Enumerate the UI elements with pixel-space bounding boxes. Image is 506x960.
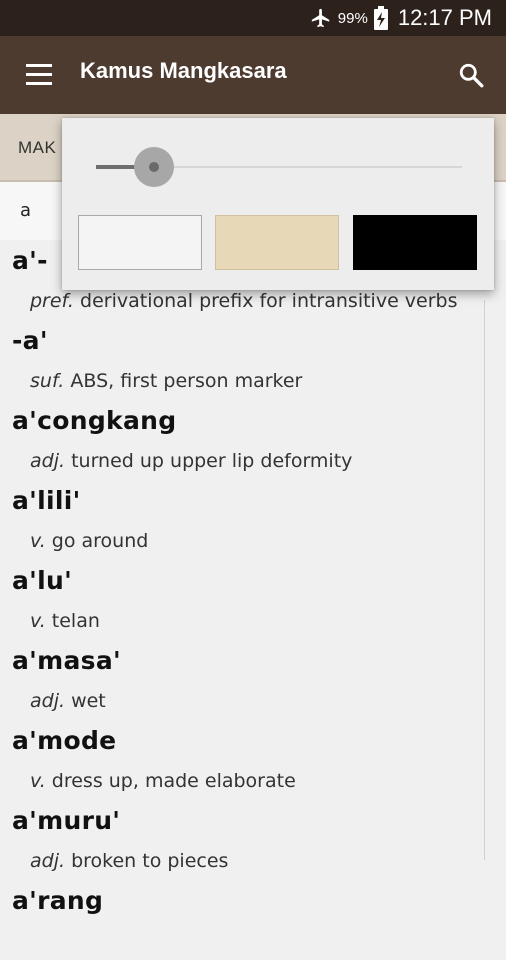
app-bar: Kamus Mangkasara: [0, 36, 506, 114]
part-of-speech: adj.: [30, 690, 66, 712]
tab-makassar[interactable]: MAK: [18, 138, 56, 158]
headword: a'masa': [12, 646, 121, 675]
status-bar-right: 99% 12:17 PM: [310, 0, 492, 36]
display-settings-popup: [62, 118, 494, 290]
part-of-speech: pref.: [30, 290, 74, 312]
part-of-speech: suf.: [30, 370, 65, 392]
entry-list: a'- pref. derivational prefix for intran…: [0, 240, 506, 960]
definition: v. telan: [30, 610, 100, 632]
clock: 12:17 PM: [397, 5, 492, 30]
headword: a'congkang: [12, 406, 177, 435]
headword: a'lili': [12, 486, 81, 515]
part-of-speech: adj.: [30, 450, 66, 472]
part-of-speech: v.: [30, 530, 46, 552]
scroll-indicator: [484, 300, 485, 860]
search-icon[interactable]: [458, 62, 484, 88]
definition: v. go around: [30, 530, 148, 552]
gloss: derivational prefix for intransitive ver…: [80, 290, 458, 312]
part-of-speech: adj.: [30, 850, 66, 872]
theme-black-button[interactable]: [353, 215, 477, 270]
headword: a'muru': [12, 806, 121, 835]
headword: -a': [12, 326, 48, 355]
search-input[interactable]: a: [20, 200, 31, 221]
gloss: broken to pieces: [71, 850, 229, 872]
status-bar: 99% 12:17 PM: [0, 0, 506, 36]
definition: suf. ABS, first person marker: [30, 370, 302, 392]
list-item[interactable]: a'congkang adj. turned up upper lip defo…: [0, 400, 506, 480]
definition: adj. wet: [30, 690, 106, 712]
headword: a'-: [12, 246, 48, 275]
gloss: go around: [51, 530, 149, 552]
gloss: ABS, first person marker: [70, 370, 303, 392]
gloss: dress up, made elaborate: [51, 770, 296, 792]
app-title: Kamus Mangkasara: [80, 58, 287, 83]
theme-sepia-button[interactable]: [215, 215, 339, 270]
list-item[interactable]: a'rang: [0, 880, 506, 960]
list-item[interactable]: a'mode v. dress up, made elaborate: [0, 720, 506, 800]
part-of-speech: v.: [30, 770, 46, 792]
definition: adj. broken to pieces: [30, 850, 228, 872]
headword: a'mode: [12, 726, 117, 755]
list-item[interactable]: a'lili' v. go around: [0, 480, 506, 560]
list-item[interactable]: -a' suf. ABS, first person marker: [0, 320, 506, 400]
part-of-speech: v.: [30, 610, 46, 632]
battery-charging-icon: [373, 6, 388, 30]
headword: a'rang: [12, 886, 104, 915]
font-size-slider-thumb[interactable]: [134, 147, 174, 187]
battery-percent: 99%: [337, 9, 368, 27]
definition: adj. turned up upper lip deformity: [30, 450, 352, 472]
headword: a'lu': [12, 566, 73, 595]
list-item[interactable]: a'muru' adj. broken to pieces: [0, 800, 506, 880]
gloss: telan: [51, 610, 100, 632]
theme-white-button[interactable]: [78, 215, 202, 270]
gloss: wet: [71, 690, 106, 712]
definition: v. dress up, made elaborate: [30, 770, 296, 792]
list-item[interactable]: a'lu' v. telan: [0, 560, 506, 640]
menu-icon[interactable]: [26, 64, 52, 86]
airplane-mode-icon: [311, 8, 330, 28]
definition: pref. derivational prefix for intransiti…: [30, 290, 458, 312]
gloss: turned up upper lip deformity: [71, 450, 353, 472]
list-item[interactable]: a'masa' adj. wet: [0, 640, 506, 720]
